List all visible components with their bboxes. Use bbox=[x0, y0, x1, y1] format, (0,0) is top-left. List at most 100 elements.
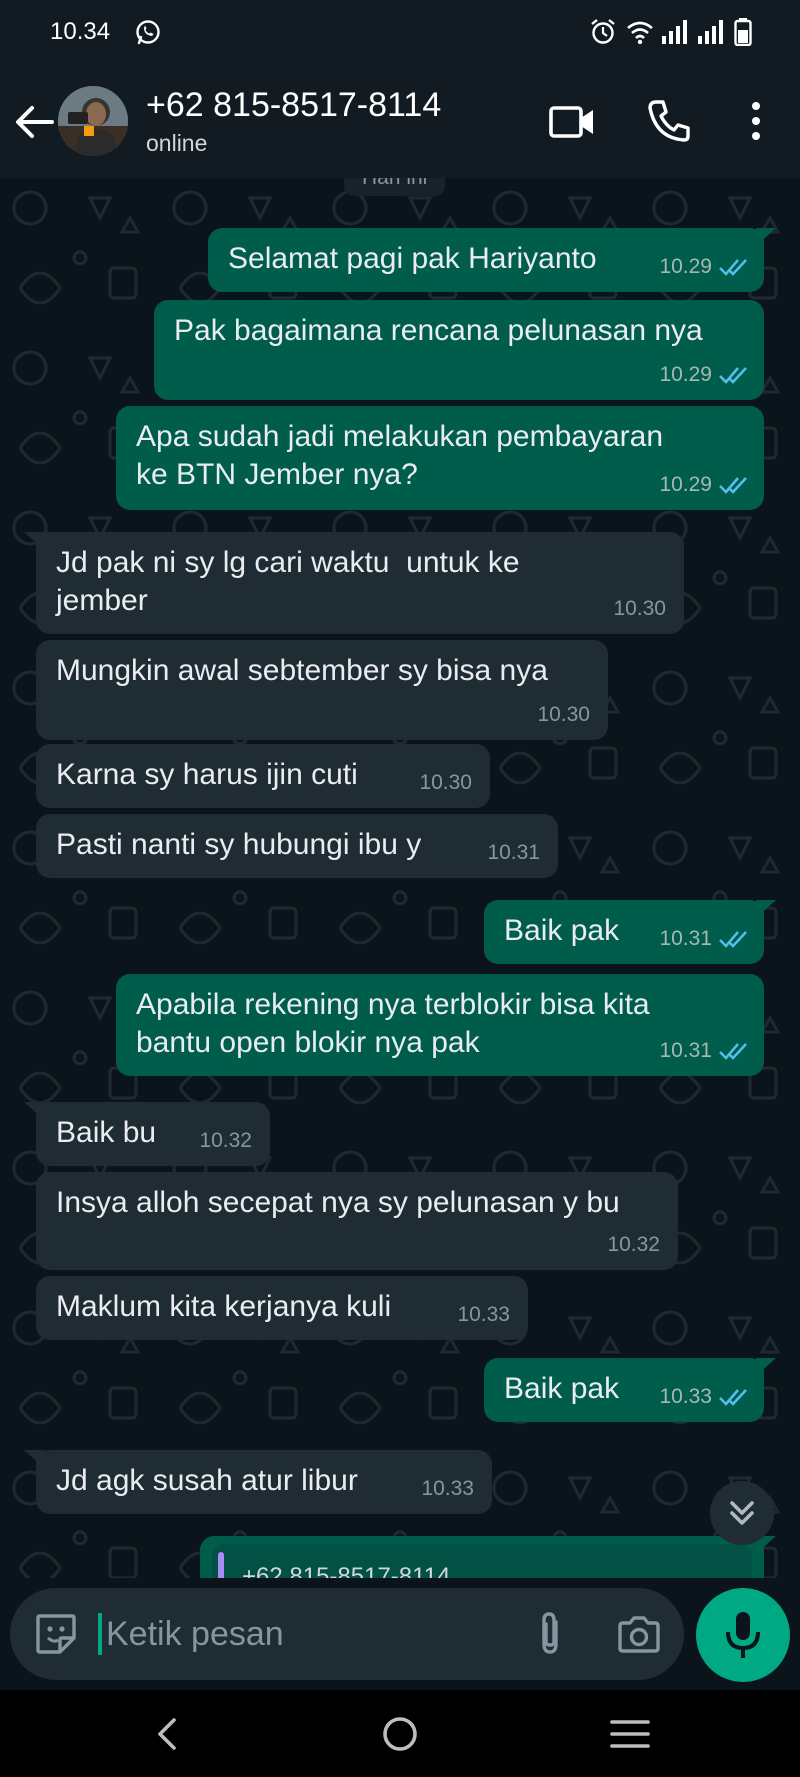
message-time: 10.31 bbox=[659, 1039, 712, 1062]
status-bar: 10.34 bbox=[0, 0, 800, 66]
status-time: 10.34 bbox=[50, 18, 111, 45]
message-time: 10.32 bbox=[607, 1233, 660, 1256]
message-line: Apabila rekening nya terblokir bisa kita bbox=[136, 988, 650, 1021]
message-text: Pak bagaimana rencana pelunasan nya bbox=[174, 314, 703, 347]
whatsapp-icon bbox=[136, 20, 160, 45]
message-text: Jd agk susah atur libur bbox=[56, 1464, 358, 1497]
wifi-icon bbox=[627, 21, 653, 45]
scroll-to-bottom-button[interactable] bbox=[710, 1481, 774, 1545]
message-meta: 10.32 bbox=[199, 1122, 252, 1160]
message-text: Baik pak bbox=[504, 914, 620, 947]
message-text: Baik bu bbox=[56, 1116, 157, 1149]
message-input[interactable] bbox=[106, 1608, 506, 1660]
read-ticks-icon bbox=[719, 931, 747, 948]
message-line: ke BTN Jember nya? bbox=[136, 458, 418, 491]
message-time: 10.32 bbox=[199, 1129, 252, 1152]
contact-name[interactable]: +62 815-8517-8114 bbox=[146, 86, 441, 125]
message-line: Jd pak ni sy lg cari waktu untuk ke bbox=[56, 546, 520, 579]
chat-area: Hari ini Selamat pagi pak Hariyanto 10.2… bbox=[0, 178, 800, 1578]
quote-bar bbox=[218, 1552, 224, 1578]
attach-icon[interactable] bbox=[524, 1608, 576, 1660]
message-meta: 10.29 bbox=[659, 466, 750, 504]
mic-icon bbox=[726, 1612, 760, 1658]
quoted-message[interactable]: +62 815-8517-8114 bbox=[212, 1544, 752, 1578]
back-arrow-icon[interactable] bbox=[12, 100, 56, 144]
message-meta: 10.33 bbox=[421, 1470, 474, 1508]
message-time: 10.31 bbox=[487, 841, 540, 864]
double-chevron-down-icon bbox=[730, 1501, 754, 1525]
message-time: 10.30 bbox=[419, 771, 472, 794]
message-meta: 10.31 bbox=[659, 1032, 750, 1070]
message-text: Apabila rekening nya terblokir bisa kita… bbox=[136, 986, 650, 1062]
message-line: jember bbox=[56, 584, 148, 617]
message-text: Apa sudah jadi melakukan pembayaran ke B… bbox=[136, 418, 663, 494]
phone-icon[interactable] bbox=[644, 96, 692, 146]
camera-icon[interactable] bbox=[614, 1610, 664, 1660]
message-line: Apa sudah jadi melakukan pembayaran bbox=[136, 420, 664, 453]
message-incoming[interactable]: Jd pak ni sy lg cari waktu untuk ke jemb… bbox=[24, 532, 684, 634]
message-line: bantu open blokir nya pak bbox=[136, 1026, 480, 1059]
message-incoming[interactable]: Pasti nanti sy hubungi ibu y 10.31 bbox=[36, 814, 558, 878]
message-time: 10.30 bbox=[537, 703, 590, 726]
message-meta: 10.29 bbox=[659, 356, 750, 394]
message-text: Baik pak bbox=[504, 1372, 620, 1405]
message-incoming[interactable]: Maklum kita kerjanya kuli 10.33 bbox=[36, 1276, 528, 1340]
contact-status: online bbox=[146, 130, 208, 156]
signal-icon bbox=[662, 20, 687, 44]
message-text: Maklum kita kerjanya kuli bbox=[56, 1290, 392, 1323]
message-meta: 10.30 bbox=[613, 590, 666, 628]
sticker-icon[interactable] bbox=[32, 1610, 80, 1658]
alarm-icon bbox=[591, 19, 615, 44]
read-ticks-icon bbox=[719, 477, 747, 494]
message-incoming[interactable]: Mungkin awal sebtember sy bisa nya 10.30 bbox=[36, 640, 608, 740]
message-outgoing[interactable]: Baik pak 10.33 bbox=[484, 1358, 776, 1422]
chat-header: +62 815-8517-8114 online bbox=[0, 66, 800, 178]
date-separator: Hari ini bbox=[344, 178, 446, 196]
video-call-icon[interactable] bbox=[548, 96, 596, 146]
message-outgoing[interactable]: Apa sudah jadi melakukan pembayaran ke B… bbox=[116, 406, 764, 510]
battery-icon bbox=[734, 18, 752, 46]
message-meta: 10.29 bbox=[659, 248, 750, 286]
system-nav-bar bbox=[0, 1690, 800, 1777]
message-outgoing[interactable]: Selamat pagi pak Hariyanto 10.29 bbox=[208, 228, 776, 292]
message-time: 10.33 bbox=[421, 1477, 474, 1500]
quoted-sender: +62 815-8517-8114 bbox=[242, 1563, 451, 1578]
message-text: Insya alloh secepat nya sy pelunasan y b… bbox=[56, 1186, 620, 1219]
message-outgoing-partial[interactable]: +62 815-8517-8114 bbox=[200, 1536, 776, 1578]
read-ticks-icon bbox=[719, 367, 747, 384]
message-time: 10.30 bbox=[613, 597, 666, 620]
message-outgoing[interactable]: Pak bagaimana rencana pelunasan nya 10.2… bbox=[154, 300, 764, 400]
message-text: Karna sy harus ijin cuti bbox=[56, 758, 358, 791]
read-ticks-icon bbox=[719, 1389, 747, 1406]
message-text: Mungkin awal sebtember sy bisa nya bbox=[56, 654, 548, 687]
message-text: Pasti nanti sy hubungi ibu y bbox=[56, 828, 422, 861]
message-incoming[interactable]: Insya alloh secepat nya sy pelunasan y b… bbox=[36, 1172, 678, 1270]
message-time: 10.31 bbox=[659, 927, 712, 950]
message-meta: 10.30 bbox=[419, 764, 472, 802]
message-outgoing[interactable]: Apabila rekening nya terblokir bisa kita… bbox=[116, 974, 764, 1076]
message-time: 10.33 bbox=[659, 1385, 712, 1408]
message-outgoing[interactable]: Baik pak 10.31 bbox=[484, 900, 776, 964]
signal-icon bbox=[698, 20, 723, 44]
nav-recents-icon[interactable] bbox=[608, 1712, 652, 1756]
message-time: 10.29 bbox=[659, 473, 712, 496]
message-time: 10.29 bbox=[659, 363, 712, 386]
message-text: Selamat pagi pak Hariyanto bbox=[228, 242, 597, 275]
mic-button[interactable] bbox=[696, 1588, 790, 1682]
message-time: 10.29 bbox=[659, 255, 712, 278]
read-ticks-icon bbox=[719, 1043, 747, 1060]
message-meta: 10.30 bbox=[537, 696, 590, 734]
message-meta: 10.32 bbox=[607, 1226, 660, 1264]
message-incoming[interactable]: Karna sy harus ijin cuti 10.30 bbox=[36, 744, 490, 808]
message-incoming[interactable]: Baik bu 10.32 bbox=[24, 1102, 270, 1166]
text-cursor bbox=[98, 1613, 102, 1655]
message-time: 10.33 bbox=[457, 1303, 510, 1326]
nav-back-icon[interactable] bbox=[146, 1712, 190, 1756]
message-incoming[interactable]: Jd agk susah atur libur 10.33 bbox=[24, 1450, 492, 1514]
read-ticks-icon bbox=[719, 259, 747, 276]
avatar[interactable] bbox=[58, 86, 128, 156]
nav-home-icon[interactable] bbox=[378, 1712, 422, 1756]
message-input-box[interactable] bbox=[10, 1588, 684, 1680]
message-meta: 10.33 bbox=[457, 1296, 510, 1334]
more-vert-icon[interactable] bbox=[742, 96, 770, 146]
